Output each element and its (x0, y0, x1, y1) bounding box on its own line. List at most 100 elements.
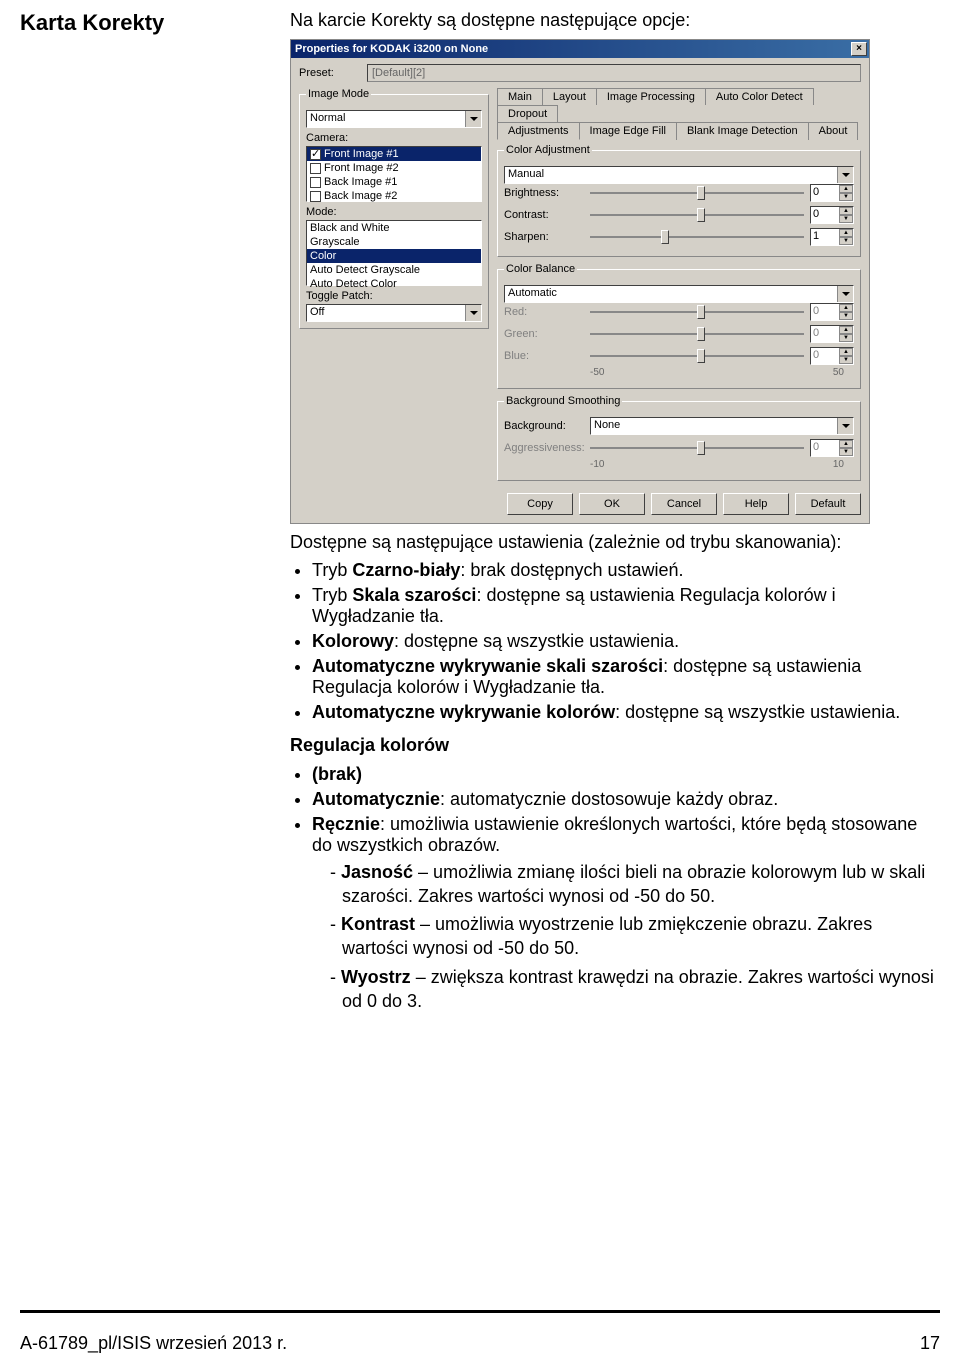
list-item: Kolorowy: dostępne są wszystkie ustawien… (312, 631, 940, 652)
page-footer: A-61789_pl/ISIS wrzesień 2013 r. 17 (20, 1333, 940, 1354)
toggle-patch-value: Off (307, 305, 465, 321)
green-spin: 0▲▼ (810, 325, 854, 343)
chevron-down-icon[interactable] (837, 286, 853, 302)
dialog-title: Properties for KODAK i3200 on None (295, 43, 851, 55)
tab-dropout[interactable]: Dropout (497, 105, 558, 122)
chevron-down-icon[interactable] (837, 418, 853, 434)
color-balance-value: Automatic (505, 286, 837, 302)
scale-min: -10 (590, 459, 604, 470)
brightness-label: Brightness: (504, 187, 584, 199)
mode-item: Black and White (310, 222, 389, 234)
checkbox-icon[interactable] (310, 163, 321, 174)
list-item: Tryb Czarno-biały: brak dostępnych ustaw… (312, 560, 940, 581)
checkbox-icon[interactable] (310, 177, 321, 188)
color-balance-legend: Color Balance (504, 263, 577, 275)
default-button[interactable]: Default (795, 493, 861, 515)
chevron-down-icon[interactable] (465, 305, 481, 321)
scale-min: -50 (590, 367, 604, 378)
sharpen-slider[interactable] (590, 228, 804, 246)
mode-item: Grayscale (310, 236, 360, 248)
list-item: Automatycznie: automatycznie dostosowuje… (312, 789, 940, 810)
sub-item: - Wyostrz – zwiększa kontrast krawędzi n… (330, 965, 940, 1014)
color-adjustment-mode[interactable]: Manual (504, 166, 854, 184)
red-slider (590, 303, 804, 321)
subsection-heading: Regulacja kolorów (290, 733, 940, 757)
ok-button[interactable]: OK (579, 493, 645, 515)
close-icon[interactable]: × (851, 42, 867, 56)
tab-blank-image-detection[interactable]: Blank Image Detection (676, 122, 809, 140)
camera-label: Camera: (306, 132, 482, 144)
preset-label: Preset: (299, 67, 359, 79)
checkbox-icon[interactable] (310, 191, 321, 202)
green-value: 0 (811, 326, 839, 342)
sharpen-value: 1 (811, 229, 839, 245)
color-balance-group: Color Balance Automatic Red: 0▲▼ (497, 263, 861, 389)
blue-value: 0 (811, 348, 839, 364)
help-button[interactable]: Help (723, 493, 789, 515)
toggle-patch-combo[interactable]: Off (306, 304, 482, 322)
sharpen-label: Sharpen: (504, 231, 584, 243)
tab-image-edge-fill[interactable]: Image Edge Fill (579, 122, 677, 140)
list-item: (brak) (312, 764, 940, 785)
bg-smoothing-group: Background Smoothing Background: None (497, 395, 861, 481)
list-item: Ręcznie: umożliwia ustawienie określonyc… (312, 814, 940, 1014)
list-item: Tryb Skala szarości: dostępne są ustawie… (312, 585, 940, 627)
background-combo[interactable]: None (590, 417, 854, 435)
image-mode-legend: Image Mode (306, 88, 371, 100)
color-adjustment-legend: Color Adjustment (504, 144, 592, 156)
red-value: 0 (811, 304, 839, 320)
cancel-button[interactable]: Cancel (651, 493, 717, 515)
tabs-row-2: Adjustments Image Edge Fill Blank Image … (497, 122, 861, 140)
mode-item: Color (310, 250, 336, 262)
tab-image-processing[interactable]: Image Processing (596, 88, 706, 105)
color-balance-mode[interactable]: Automatic (504, 285, 854, 303)
body-paragraph: Dostępne są następujące ustawienia (zale… (290, 530, 940, 554)
aggressiveness-spin: 0▲▼ (810, 439, 854, 457)
checkbox-icon[interactable] (310, 149, 321, 160)
list-item: Automatyczne wykrywanie kolorów: dostępn… (312, 702, 940, 723)
camera-item: Front Image #2 (324, 162, 399, 174)
brightness-slider[interactable] (590, 184, 804, 202)
camera-item: Front Image #1 (324, 148, 399, 160)
image-mode-combo[interactable]: Normal (306, 110, 482, 128)
brightness-value: 0 (811, 185, 839, 201)
camera-listbox[interactable]: Front Image #1 Front Image #2 Back Image… (306, 146, 482, 202)
red-label: Red: (504, 306, 584, 318)
scale-max: 50 (833, 367, 844, 378)
mode-listbox[interactable]: Black and White Grayscale Color Auto Det… (306, 220, 482, 286)
tab-adjustments[interactable]: Adjustments (497, 122, 580, 140)
tab-layout[interactable]: Layout (542, 88, 597, 105)
copy-button[interactable]: Copy (507, 493, 573, 515)
list-item: Automatyczne wykrywanie skali szarości: … (312, 656, 940, 698)
contrast-slider[interactable] (590, 206, 804, 224)
camera-item: Back Image #1 (324, 176, 397, 188)
sharpen-spin[interactable]: 1▲▼ (810, 228, 854, 246)
properties-dialog: Properties for KODAK i3200 on None × Pre… (290, 39, 870, 524)
contrast-spin[interactable]: 0▲▼ (810, 206, 854, 224)
background-value: None (591, 418, 837, 434)
toggle-patch-label: Toggle Patch: (306, 290, 482, 302)
titlebar: Properties for KODAK i3200 on None × (291, 40, 869, 58)
body-list: (brak) Automatycznie: automatycznie dost… (290, 764, 940, 1014)
blue-spin: 0▲▼ (810, 347, 854, 365)
sub-item: - Kontrast – umożliwia wyostrzenie lub z… (330, 912, 940, 961)
contrast-value: 0 (811, 207, 839, 223)
color-adjustment-value: Manual (505, 167, 837, 183)
tab-about[interactable]: About (808, 122, 859, 140)
tab-main[interactable]: Main (497, 88, 543, 105)
chevron-down-icon[interactable] (465, 111, 481, 127)
blue-slider (590, 347, 804, 365)
tab-auto-color-detect[interactable]: Auto Color Detect (705, 88, 814, 105)
brightness-spin[interactable]: 0▲▼ (810, 184, 854, 202)
image-mode-value: Normal (307, 111, 465, 127)
aggressiveness-label: Aggressiveness: (504, 442, 584, 454)
scale-max: 10 (833, 459, 844, 470)
footer-rule (20, 1310, 940, 1313)
bg-smoothing-legend: Background Smoothing (504, 395, 622, 407)
green-label: Green: (504, 328, 584, 340)
chevron-down-icon[interactable] (837, 167, 853, 183)
footer-page-number: 17 (920, 1333, 940, 1354)
preset-field[interactable]: [Default][2] (367, 64, 861, 82)
section-heading: Karta Korekty (20, 10, 270, 36)
image-mode-group: Image Mode Normal Camera: Front Image #1… (299, 88, 489, 329)
